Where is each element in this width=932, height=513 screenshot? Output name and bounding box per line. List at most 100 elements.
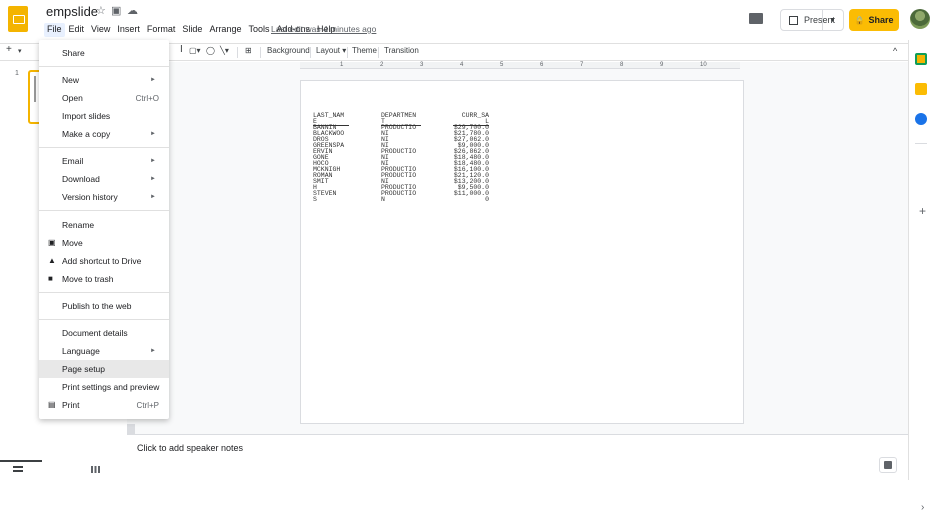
- document-title[interactable]: empslide: [46, 4, 98, 19]
- menu-divider: [39, 147, 169, 148]
- menu-item-label: Share: [62, 48, 85, 58]
- menu-item-open[interactable]: Open Ctrl+O: [39, 89, 169, 107]
- menu-divider: [39, 292, 169, 293]
- menu-shortcut: Ctrl+O: [135, 93, 159, 103]
- employee-table[interactable]: LAST_NAM DEPARTMEN CURR_SA E T L BANNIN P…: [313, 112, 489, 203]
- present-icon: [789, 15, 798, 25]
- slides-logo-icon[interactable]: [8, 6, 28, 32]
- menu-divider: [39, 319, 169, 320]
- menu-edit[interactable]: Edit: [66, 23, 88, 37]
- collapse-toolbar-icon[interactable]: ^: [893, 46, 897, 56]
- trash-icon: ■: [48, 274, 53, 283]
- ruler-mark: 3: [420, 62, 424, 68]
- menu-insert[interactable]: Insert: [114, 23, 143, 37]
- menu-item-email[interactable]: Email ►: [39, 152, 169, 170]
- toolbar-divider: [260, 47, 261, 58]
- ruler-mark: 9: [660, 62, 664, 68]
- share-button[interactable]: 🔒 Share: [849, 9, 899, 31]
- theme-button[interactable]: Theme: [352, 46, 377, 55]
- layout-label: Layout: [316, 46, 341, 55]
- menu-item-make-copy[interactable]: Make a copy ►: [39, 125, 169, 143]
- side-panel: + ›: [908, 40, 932, 513]
- menu-item-label: Email: [62, 156, 84, 166]
- cell-department: N: [381, 196, 385, 203]
- shape-icon[interactable]: ◯: [206, 46, 215, 55]
- menu-item-label: Move to trash: [62, 274, 114, 284]
- thumbnail-content: [34, 76, 36, 102]
- menu-slide[interactable]: Slide: [179, 23, 205, 37]
- menu-item-label: New: [62, 75, 80, 85]
- calendar-icon[interactable]: [915, 53, 927, 65]
- text-cursor-icon[interactable]: I: [180, 44, 183, 55]
- filmstrip-view-icon[interactable]: [13, 466, 23, 472]
- menu-arrange[interactable]: Arrange: [206, 23, 244, 37]
- menu-item-rename[interactable]: Rename: [39, 216, 169, 234]
- image-icon[interactable]: ▢▾: [189, 46, 201, 55]
- menu-item-import-slides[interactable]: Import slides: [39, 107, 169, 125]
- cloud-status-icon[interactable]: ☁: [127, 4, 138, 17]
- layout-button[interactable]: Layout ▾: [316, 46, 346, 55]
- side-panel-divider: [915, 143, 927, 144]
- comment-add-icon[interactable]: ⊞: [245, 46, 252, 55]
- speaker-notes[interactable]: Click to add speaker notes: [137, 443, 243, 453]
- folder-move-icon[interactable]: ▣: [111, 4, 121, 17]
- menu-item-publish[interactable]: Publish to the web: [39, 297, 169, 315]
- present-dropdown-icon[interactable]: ▼: [822, 9, 842, 31]
- submenu-arrow-icon: ►: [150, 158, 156, 164]
- app-header: empslide ☆ ▣ ☁ File Edit View Insert For…: [0, 0, 932, 40]
- notes-divider[interactable]: [127, 434, 908, 435]
- line-icon[interactable]: ╲▾: [220, 46, 229, 55]
- share-label: Share: [868, 15, 894, 25]
- menu-item-label: Version history: [62, 192, 118, 202]
- grid-view-icon[interactable]: [91, 466, 100, 473]
- submenu-arrow-icon: ►: [150, 194, 156, 200]
- menu-item-label: Rename: [62, 220, 95, 230]
- menu-item-page-setup[interactable]: Page setup: [39, 360, 169, 378]
- menu-tools[interactable]: Tools: [245, 23, 272, 37]
- printer-icon: ▤: [48, 400, 56, 409]
- avatar[interactable]: [910, 9, 930, 29]
- notes-resize-handle[interactable]: [127, 424, 135, 434]
- new-slide-dropdown-icon[interactable]: ▾: [18, 47, 22, 55]
- menu-item-new[interactable]: New ►: [39, 71, 169, 89]
- toolbar-divider: [237, 47, 238, 58]
- menu-item-version-history[interactable]: Version history ►: [39, 188, 169, 206]
- star-icon[interactable]: ☆: [96, 4, 106, 17]
- submenu-arrow-icon: ►: [150, 131, 156, 137]
- ruler-mark: 5: [500, 62, 504, 68]
- comments-icon[interactable]: [749, 13, 763, 24]
- menu-item-share[interactable]: Share: [39, 44, 169, 62]
- menu-item-print[interactable]: ▤ Print Ctrl+P: [39, 396, 169, 414]
- last-edit-link[interactable]: Last edit was 4 minutes ago: [271, 24, 376, 34]
- menu-item-download[interactable]: Download ►: [39, 170, 169, 188]
- background-button[interactable]: Background: [267, 46, 310, 55]
- ruler-mark: 7: [580, 62, 584, 68]
- add-addon-icon[interactable]: +: [919, 204, 926, 218]
- menu-item-label: Download: [62, 174, 100, 184]
- menu-format[interactable]: Format: [144, 23, 179, 37]
- menu-item-print-settings[interactable]: Print settings and preview: [39, 378, 169, 396]
- new-slide-button[interactable]: +: [6, 44, 12, 55]
- transition-button[interactable]: Transition: [384, 46, 419, 55]
- menu-divider: [39, 66, 169, 67]
- menu-item-move[interactable]: ▣ Move: [39, 234, 169, 252]
- menu-item-document-details[interactable]: Document details: [39, 324, 169, 342]
- menu-item-label: Move: [62, 238, 83, 248]
- submenu-arrow-icon: ►: [150, 176, 156, 182]
- keep-icon[interactable]: [915, 83, 927, 95]
- slide-canvas[interactable]: LAST_NAM DEPARTMEN CURR_SA E T L BANNIN P…: [300, 80, 744, 424]
- menu-item-add-shortcut[interactable]: ▲ Add shortcut to Drive: [39, 252, 169, 270]
- menu-item-label: Import slides: [62, 111, 111, 121]
- menu-item-language[interactable]: Language ►: [39, 342, 169, 360]
- menu-item-move-to-trash[interactable]: ■ Move to trash: [39, 270, 169, 288]
- file-menu-dropdown: Share New ► Open Ctrl+O Import slides Ma…: [39, 40, 169, 419]
- menu-item-label: Print settings and preview: [62, 382, 160, 392]
- explore-icon[interactable]: [879, 457, 897, 473]
- lock-icon: 🔒: [854, 15, 865, 25]
- tasks-icon[interactable]: [915, 113, 927, 125]
- submenu-arrow-icon: ►: [150, 77, 156, 83]
- menu-file[interactable]: File: [44, 23, 65, 37]
- chevron-right-icon[interactable]: ›: [921, 502, 924, 513]
- menu-view[interactable]: View: [88, 23, 113, 37]
- drive-shortcut-icon: ▲: [48, 256, 56, 265]
